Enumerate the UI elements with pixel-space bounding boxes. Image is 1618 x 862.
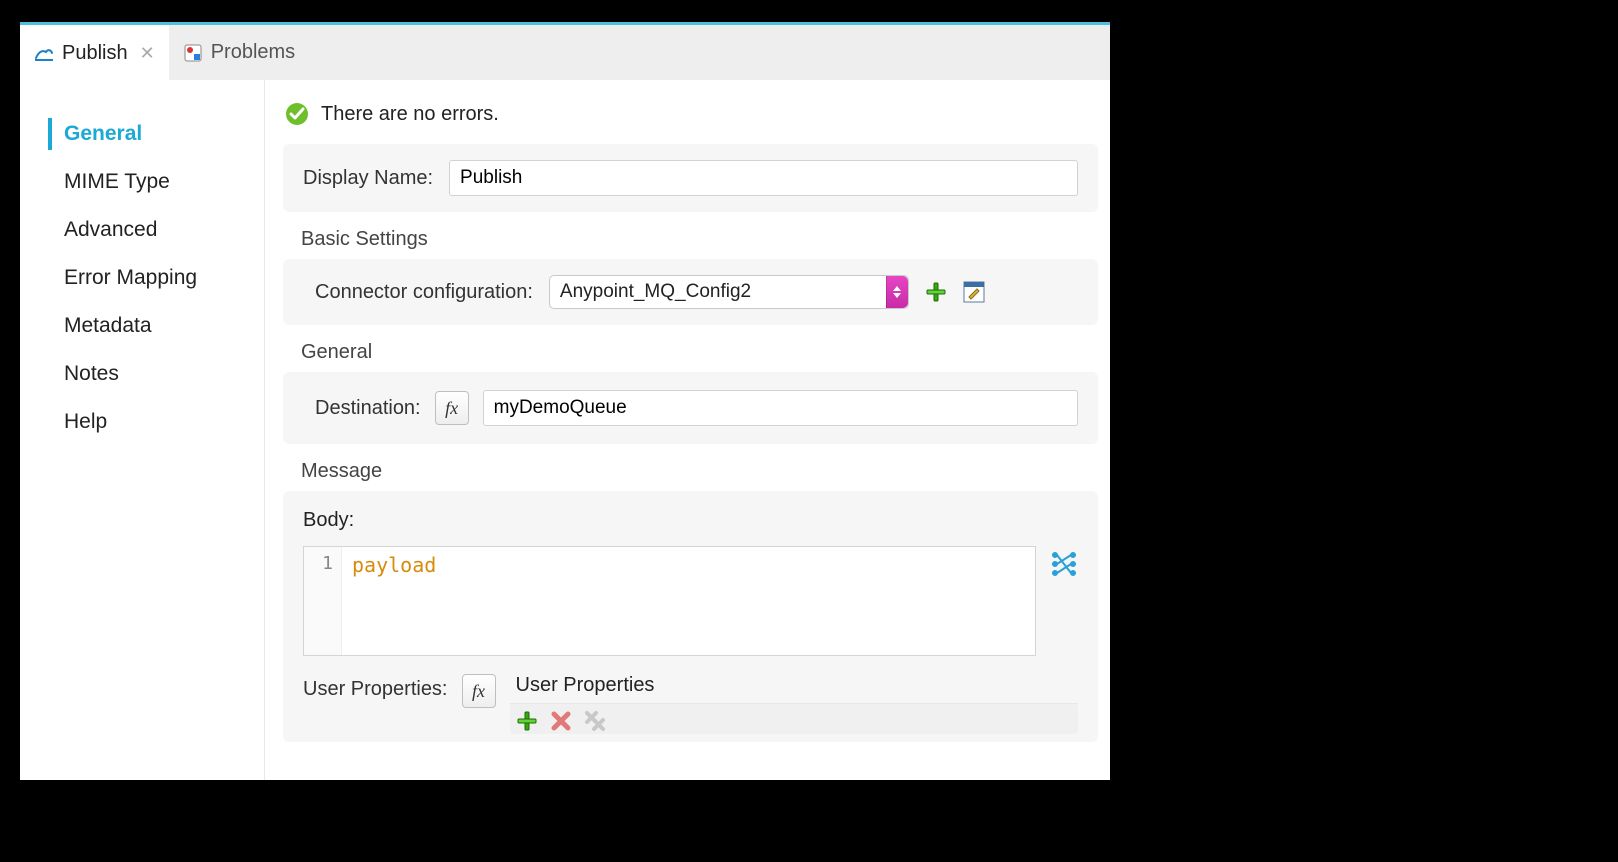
code-content: payload bbox=[342, 547, 446, 655]
user-properties-label: User Properties: bbox=[303, 674, 448, 701]
sidebar-item-help[interactable]: Help bbox=[20, 398, 264, 446]
close-icon[interactable]: ✕ bbox=[140, 43, 155, 64]
fx-toggle-destination[interactable]: fx bbox=[435, 391, 469, 425]
user-properties-row: User Properties: fx User Properties bbox=[303, 674, 1078, 734]
message-panel: Body: 1 payload User Properties: fx User… bbox=[283, 491, 1098, 742]
status-text: There are no errors. bbox=[321, 103, 499, 126]
add-property-button[interactable] bbox=[516, 710, 538, 732]
transform-icon[interactable] bbox=[1050, 550, 1078, 578]
add-config-button[interactable] bbox=[925, 281, 947, 303]
tab-problems-label: Problems bbox=[211, 41, 295, 64]
sidebar: General MIME Type Advanced Error Mapping… bbox=[20, 80, 265, 780]
sidebar-item-error-mapping[interactable]: Error Mapping bbox=[20, 254, 264, 302]
user-properties-box-wrap: User Properties bbox=[510, 674, 1079, 734]
delete-all-properties-button bbox=[584, 710, 606, 732]
sidebar-item-general[interactable]: General bbox=[20, 110, 264, 158]
code-token: payload bbox=[352, 553, 436, 577]
display-name-label: Display Name: bbox=[303, 167, 433, 190]
tab-publish-label: Publish bbox=[62, 42, 128, 65]
check-icon bbox=[285, 102, 309, 126]
basic-settings-panel: Connector configuration: Anypoint_MQ_Con… bbox=[283, 259, 1098, 325]
sidebar-item-label: Error Mapping bbox=[64, 266, 197, 290]
general-heading: General bbox=[301, 341, 1098, 364]
connector-config-value: Anypoint_MQ_Config2 bbox=[560, 281, 751, 303]
display-name-input[interactable] bbox=[449, 160, 1078, 196]
fx-toggle-user-properties[interactable]: fx bbox=[462, 674, 496, 708]
status-row: There are no errors. bbox=[285, 102, 1098, 126]
edit-config-button[interactable] bbox=[963, 281, 985, 303]
user-properties-heading: User Properties bbox=[516, 674, 1079, 697]
code-gutter: 1 bbox=[304, 547, 342, 655]
connector-config-label: Connector configuration: bbox=[315, 281, 533, 304]
delete-property-button[interactable] bbox=[550, 710, 572, 732]
body-code-wrap: 1 payload bbox=[303, 546, 1078, 656]
message-heading: Message bbox=[301, 460, 1098, 483]
work-area: General MIME Type Advanced Error Mapping… bbox=[20, 80, 1110, 780]
sidebar-item-metadata[interactable]: Metadata bbox=[20, 302, 264, 350]
sidebar-item-notes[interactable]: Notes bbox=[20, 350, 264, 398]
sidebar-item-mime-type[interactable]: MIME Type bbox=[20, 158, 264, 206]
user-properties-toolbar-box bbox=[510, 703, 1079, 734]
body-label: Body: bbox=[303, 509, 1078, 532]
sidebar-item-label: Help bbox=[64, 410, 107, 434]
chevron-updown-icon bbox=[886, 276, 908, 308]
destination-label: Destination: bbox=[315, 397, 421, 420]
user-properties-toolbar bbox=[510, 703, 1079, 734]
sidebar-item-label: MIME Type bbox=[64, 170, 170, 194]
tab-problems[interactable]: Problems bbox=[169, 25, 309, 80]
problems-icon bbox=[183, 43, 203, 63]
display-name-panel: Display Name: bbox=[283, 144, 1098, 212]
tab-publish[interactable]: Publish ✕ bbox=[20, 25, 169, 80]
basic-settings-heading: Basic Settings bbox=[301, 228, 1098, 251]
publish-icon bbox=[34, 44, 54, 64]
sidebar-item-label: General bbox=[64, 122, 142, 146]
destination-input[interactable] bbox=[483, 390, 1078, 426]
sidebar-item-advanced[interactable]: Advanced bbox=[20, 206, 264, 254]
app-window: Publish ✕ Problems General MIME Type Adv… bbox=[20, 22, 1110, 780]
tab-bar: Publish ✕ Problems bbox=[20, 22, 1110, 80]
body-code-editor[interactable]: 1 payload bbox=[303, 546, 1036, 656]
general-panel: Destination: fx bbox=[283, 372, 1098, 444]
sidebar-item-label: Advanced bbox=[64, 218, 157, 242]
connector-config-select[interactable]: Anypoint_MQ_Config2 bbox=[549, 275, 909, 309]
sidebar-item-label: Notes bbox=[64, 362, 119, 386]
content-area: There are no errors. Display Name: Basic… bbox=[265, 80, 1110, 780]
sidebar-item-label: Metadata bbox=[64, 314, 152, 338]
